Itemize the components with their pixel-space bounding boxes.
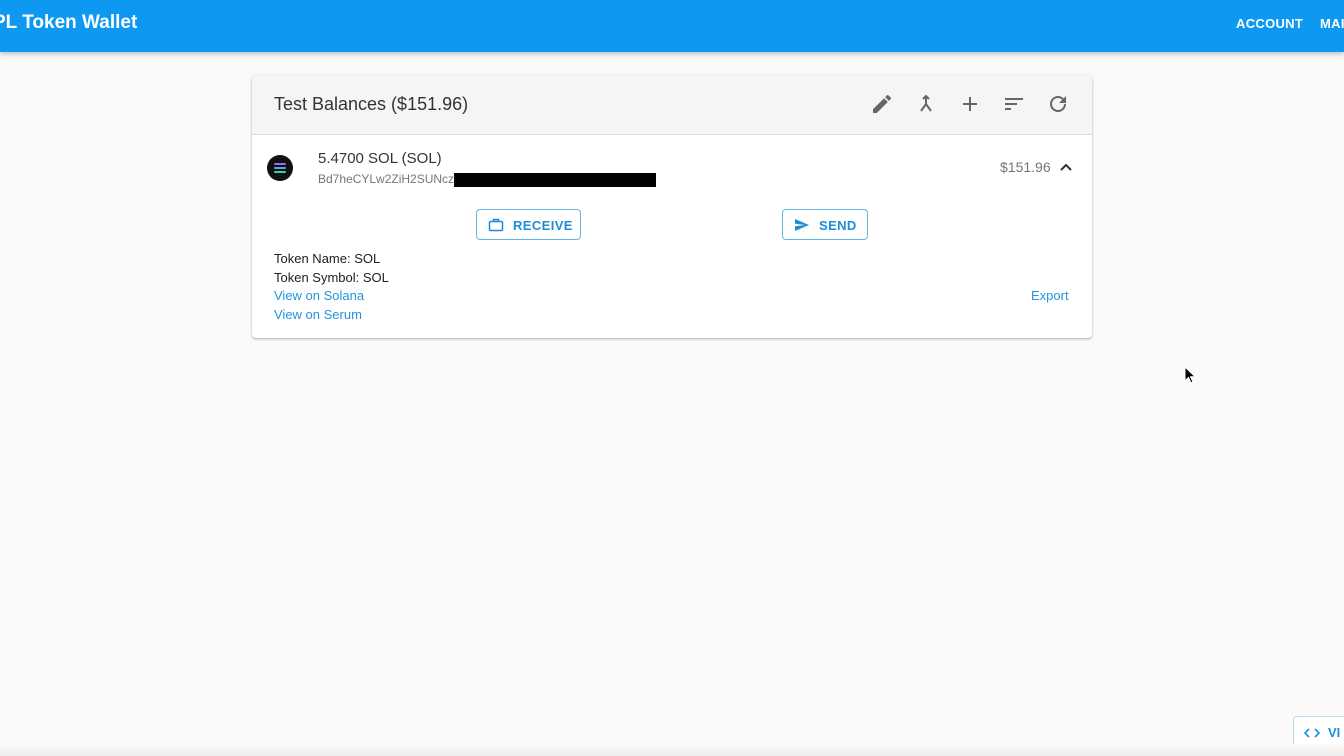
export-link[interactable]: Export — [1031, 288, 1069, 303]
chevron-up-icon[interactable] — [1058, 159, 1074, 175]
view-on-solana-link[interactable]: View on Solana — [274, 288, 364, 303]
bottom-edge — [0, 744, 1344, 756]
edit-icon[interactable] — [870, 92, 894, 116]
code-icon — [1304, 725, 1320, 741]
token-balance: 5.4700 SOL (SOL) — [318, 150, 442, 167]
send-icon — [794, 217, 810, 233]
card-header: Test Balances ($151.96) — [252, 75, 1092, 135]
token-name: Token Name: SOL — [274, 251, 381, 266]
token-symbol: Token Symbol: SOL — [274, 270, 389, 285]
send-button[interactable]: SEND — [782, 209, 868, 240]
mouse-cursor-icon — [1184, 366, 1196, 384]
merge-icon[interactable] — [914, 92, 938, 116]
refresh-icon[interactable] — [1046, 92, 1070, 116]
view-on-serum-link[interactable]: View on Serum — [274, 307, 362, 322]
sort-icon[interactable] — [1002, 92, 1026, 116]
nav-main[interactable]: MAI — [1320, 16, 1344, 31]
nav-account[interactable]: ACCOUNT — [1236, 16, 1303, 31]
app-title: PL Token Wallet — [0, 12, 138, 33]
token-usd-value: $151.96 — [1000, 159, 1051, 175]
send-label: SEND — [819, 218, 857, 233]
add-icon[interactable] — [958, 92, 982, 116]
card-title: Test Balances ($151.96) — [274, 94, 469, 114]
briefcase-icon — [488, 217, 504, 233]
solana-logo-icon — [267, 155, 293, 181]
token-address: Bd7heCYLw2ZiH2SUNcz — [318, 172, 455, 186]
token-address-row: Bd7heCYLw2ZiH2SUNcz — [318, 172, 657, 187]
redaction-bar — [454, 173, 657, 187]
app-bar: PL Token Wallet ACCOUNT MAI — [0, 0, 1344, 52]
receive-button[interactable]: RECEIVE — [476, 209, 581, 240]
view-code-label: VI — [1328, 725, 1341, 740]
receive-label: RECEIVE — [513, 218, 573, 233]
balances-card: Test Balances ($151.96) 5.4700 SOL (SOL)… — [252, 75, 1092, 338]
